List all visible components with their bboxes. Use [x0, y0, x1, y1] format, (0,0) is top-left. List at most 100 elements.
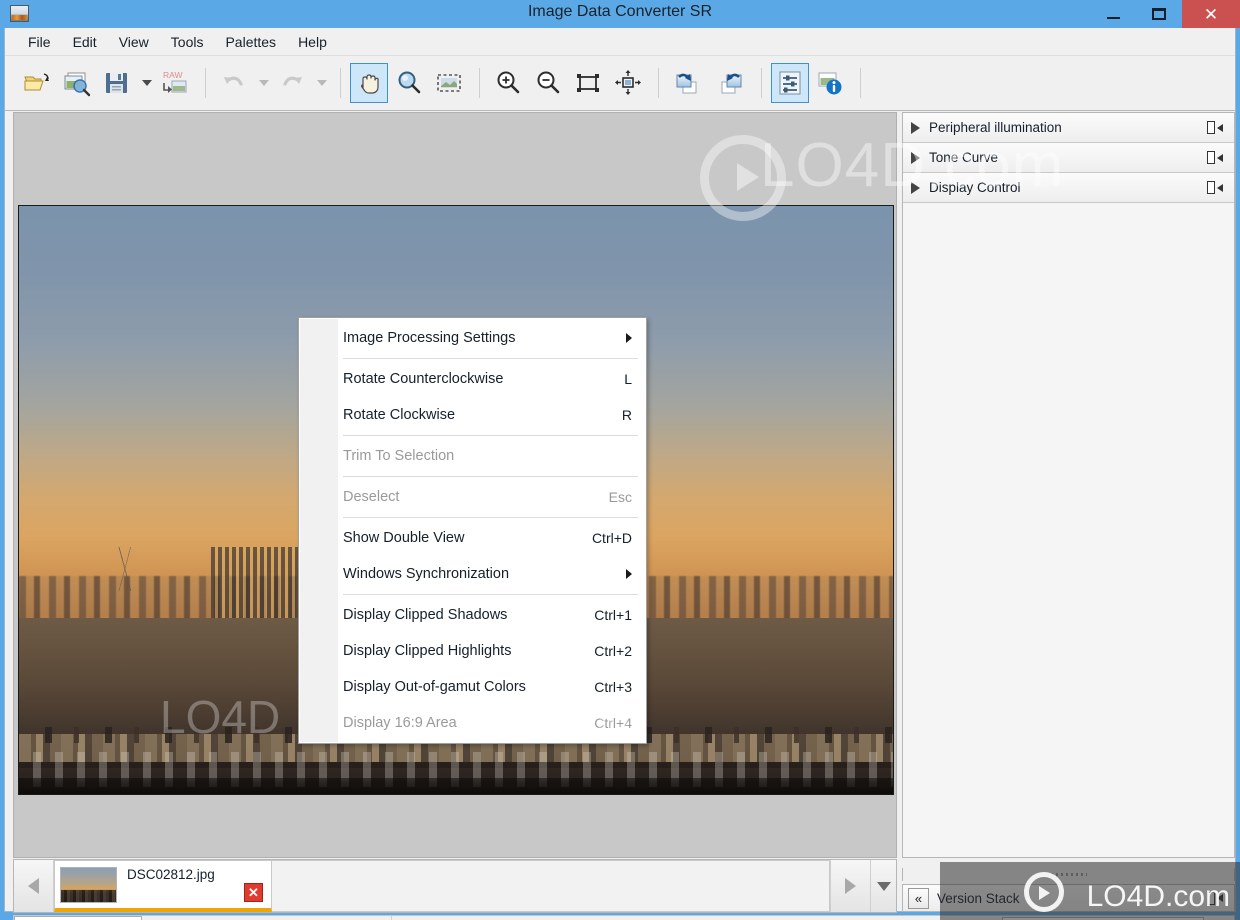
menu-separator — [343, 435, 638, 436]
palette-panel: Peripheral illumination Tone Curve Displ… — [902, 112, 1235, 858]
image-search-icon — [64, 72, 91, 97]
menu-separator — [343, 594, 638, 595]
menu-item-shortcut: Esc — [608, 489, 632, 505]
panel-section-tone-curve[interactable]: Tone Curve — [903, 143, 1234, 173]
toolbar-separator — [205, 68, 206, 98]
rotate-clockwise-icon — [721, 73, 742, 94]
menu-item-label: Show Double View — [343, 530, 465, 546]
menu-item-label: Display Clipped Shadows — [343, 607, 508, 623]
filmstrip-dropdown-button[interactable] — [870, 860, 896, 912]
menu-separator — [343, 517, 638, 518]
menu-file[interactable]: File — [17, 30, 62, 54]
image-context-menu[interactable]: Image Processing Settings Rotate Counter… — [298, 317, 647, 744]
list-item[interactable]: DSC02812.jpg ✕ — [54, 860, 272, 912]
menu-item-rotate-clockwise[interactable]: Rotate Clockwise R — [299, 397, 646, 433]
menu-edit[interactable]: Edit — [62, 30, 108, 54]
chevron-down-icon — [259, 80, 269, 86]
zoom-out-button[interactable] — [529, 63, 567, 103]
redo-dropdown[interactable] — [313, 63, 331, 103]
save-button[interactable] — [98, 63, 136, 103]
version-stack-label: Version Stack — [937, 890, 1020, 906]
menu-item-label: Display 16:9 Area — [343, 715, 457, 731]
magnifier-tool-button[interactable] — [390, 63, 428, 103]
menu-item-shortcut: Ctrl+3 — [594, 679, 632, 695]
panel-section-label: Peripheral illumination — [929, 120, 1062, 135]
close-icon[interactable]: ✕ — [244, 883, 263, 902]
menu-item-image-processing-settings[interactable]: Image Processing Settings — [299, 320, 646, 356]
close-button[interactable]: ✕ — [1182, 0, 1240, 28]
menu-item-shortcut: Ctrl+2 — [594, 643, 632, 659]
image-info-icon — [818, 72, 842, 95]
undo-dropdown[interactable] — [255, 63, 273, 103]
menu-item-display-16-9-area: Display 16:9 Area Ctrl+4 — [299, 705, 646, 741]
hand-tool-button[interactable] — [350, 63, 388, 103]
actual-size-button[interactable] — [609, 63, 647, 103]
filmstrip-prev-button[interactable] — [14, 860, 54, 912]
chevron-down-icon — [142, 80, 152, 86]
center-fit-icon — [615, 70, 641, 95]
panel-section-display-control[interactable]: Display Control — [903, 173, 1234, 203]
menu-palettes[interactable]: Palettes — [214, 30, 287, 54]
dock-panel-icon[interactable] — [1202, 888, 1228, 908]
undo-button[interactable] — [215, 63, 253, 103]
rotate-ccw-button[interactable] — [668, 63, 708, 103]
maximize-button[interactable] — [1136, 0, 1182, 28]
adjustments-button[interactable] — [771, 63, 809, 103]
menu-item-show-double-view[interactable]: Show Double View Ctrl+D — [299, 520, 646, 556]
chevron-down-icon — [317, 80, 327, 86]
menu-item-windows-synchronization[interactable]: Windows Synchronization — [299, 556, 646, 592]
dock-panel-icon[interactable] — [1202, 148, 1228, 168]
version-stack-toggle-icon[interactable]: « — [908, 887, 929, 909]
dock-panel-icon[interactable] — [1202, 118, 1228, 138]
minimize-button[interactable] — [1090, 0, 1136, 28]
rotate-cw-button[interactable] — [710, 63, 750, 103]
svg-text:RAW: RAW — [163, 70, 183, 80]
photo-crane — [80, 547, 171, 592]
panel-section-peripheral-illumination[interactable]: Peripheral illumination — [903, 113, 1234, 143]
submenu-arrow-icon — [626, 333, 632, 343]
menu-tools[interactable]: Tools — [160, 30, 215, 54]
zoom-in-button[interactable] — [489, 63, 527, 103]
toolbar-separator — [658, 68, 659, 98]
menu-item-display-clipped-highlights[interactable]: Display Clipped Highlights Ctrl+2 — [299, 633, 646, 669]
splitter-grip-icon — [1050, 873, 1087, 876]
redo-button[interactable] — [273, 63, 311, 103]
fit-to-window-button[interactable] — [569, 63, 607, 103]
toolbar-separator — [479, 68, 480, 98]
sliders-icon — [779, 71, 801, 95]
version-stack-panel[interactable]: « Version Stack — [902, 884, 1235, 912]
menu-item-shortcut: Ctrl+D — [591, 530, 632, 546]
menu-item-rotate-counterclockwise[interactable]: Rotate Counterclockwise L — [299, 361, 646, 397]
application-window: Image Data Converter SR ✕ File Edit View… — [0, 0, 1240, 920]
menu-bar: File Edit View Tools Palettes Help — [5, 28, 1235, 56]
panel-section-label: Display Control — [929, 180, 1021, 195]
menu-view[interactable]: View — [108, 30, 160, 54]
raw-convert-button[interactable]: RAW — [156, 63, 194, 103]
menu-item-label: Image Processing Settings — [343, 330, 516, 346]
menu-item-trim-to-selection: Trim To Selection — [299, 438, 646, 474]
menu-separator — [343, 476, 638, 477]
chevron-right-icon — [911, 181, 920, 194]
raw-export-icon: RAW — [163, 70, 187, 93]
menu-item-display-clipped-shadows[interactable]: Display Clipped Shadows Ctrl+1 — [299, 597, 646, 633]
menu-item-label: Rotate Clockwise — [343, 407, 456, 423]
film-strip: DSC02812.jpg ✕ — [13, 859, 897, 913]
dock-panel-icon[interactable] — [1202, 178, 1228, 198]
save-dropdown[interactable] — [138, 63, 156, 103]
open-folder-button[interactable] — [18, 63, 56, 103]
filmstrip-next-button[interactable] — [830, 860, 870, 912]
toolbar-separator — [340, 68, 341, 98]
image-info-button[interactable] — [811, 63, 849, 103]
photo-foreground — [19, 778, 893, 794]
magnifier-icon — [398, 71, 421, 94]
panel-splitter[interactable] — [902, 868, 1235, 881]
zoom-level-select[interactable]: 13% — [14, 916, 142, 920]
selection-tool-button[interactable] — [430, 63, 468, 103]
menu-item-label: Rotate Counterclockwise — [343, 371, 504, 387]
client-area: File Edit View Tools Palettes Help RAW I… — [4, 28, 1236, 920]
main-toolbar: RAW — [5, 56, 1235, 111]
menu-item-display-out-of-gamut-colors[interactable]: Display Out-of-gamut Colors Ctrl+3 — [299, 669, 646, 705]
menu-help[interactable]: Help — [287, 30, 338, 54]
chevron-down-icon — [876, 881, 891, 891]
browse-image-button[interactable] — [58, 63, 96, 103]
